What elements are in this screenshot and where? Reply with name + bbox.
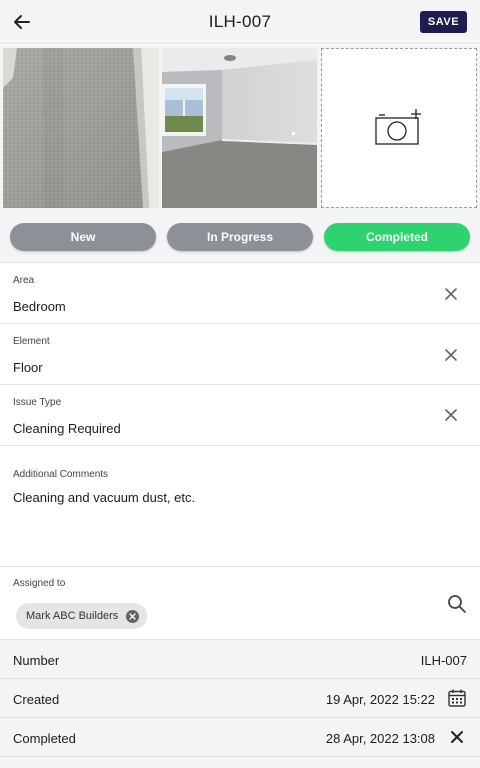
- issue-type-value: Cleaning Required: [13, 421, 121, 436]
- close-icon: [129, 612, 136, 620]
- completed-label: Completed: [13, 731, 76, 746]
- clear-issue-type-icon[interactable]: [444, 408, 458, 422]
- calendar-icon[interactable]: [447, 688, 467, 708]
- comments-value: Cleaning and vacuum dust, etc.: [13, 490, 196, 505]
- created-label: Created: [13, 692, 60, 707]
- assignee-chip[interactable]: Mark ABC Builders: [16, 603, 148, 629]
- close-icon[interactable]: [449, 729, 465, 745]
- camera-plus-icon: [375, 109, 421, 145]
- status-completed-button[interactable]: Completed: [324, 223, 470, 251]
- add-photo-button[interactable]: [321, 48, 477, 208]
- area-label: Area: [13, 275, 35, 286]
- number-label: Number: [13, 653, 60, 668]
- clear-area-icon[interactable]: [444, 287, 458, 301]
- created-value: 19 Apr, 2022 15:22: [325, 692, 435, 707]
- assigned-label: Assigned to: [13, 578, 66, 589]
- completed-value: 28 Apr, 2022 13:08: [325, 731, 435, 746]
- issue-type-label: Issue Type: [13, 397, 62, 408]
- area-value: Bedroom: [13, 299, 66, 314]
- bottom-spacer: [0, 757, 480, 768]
- assignee-name: Mark ABC Builders: [26, 610, 119, 622]
- status-in-progress-button[interactable]: In Progress: [167, 223, 313, 251]
- created-row: Created 19 Apr, 2022 15:22: [0, 679, 480, 718]
- status-new-button[interactable]: New: [10, 223, 156, 251]
- number-value: ILH-007: [420, 653, 467, 668]
- clear-element-icon[interactable]: [444, 348, 458, 362]
- element-field[interactable]: Element Floor: [0, 325, 480, 385]
- bedroom-room-photo[interactable]: [162, 48, 317, 208]
- comments-field[interactable]: Additional Comments Cleaning and vacuum …: [0, 447, 480, 566]
- remove-assignee-button[interactable]: [126, 609, 140, 623]
- number-row: Number ILH-007: [0, 640, 480, 679]
- comments-label: Additional Comments: [13, 469, 109, 480]
- carpet-close-up-photo[interactable]: [3, 48, 159, 208]
- save-button[interactable]: SAVE: [420, 11, 467, 33]
- assigned-to-section: Assigned to Mark ABC Builders: [0, 566, 480, 640]
- app-header: ILH-007 SAVE: [0, 0, 480, 44]
- page-title: ILH-007: [208, 12, 272, 31]
- area-field[interactable]: Area Bedroom: [0, 264, 480, 324]
- status-selector: New In Progress Completed: [0, 211, 480, 263]
- element-label: Element: [13, 336, 50, 347]
- issue-type-field[interactable]: Issue Type Cleaning Required: [0, 386, 480, 446]
- element-value: Floor: [13, 360, 43, 375]
- search-icon[interactable]: [447, 594, 467, 614]
- completed-row: Completed 28 Apr, 2022 13:08: [0, 718, 480, 757]
- photo-gallery: [0, 45, 480, 211]
